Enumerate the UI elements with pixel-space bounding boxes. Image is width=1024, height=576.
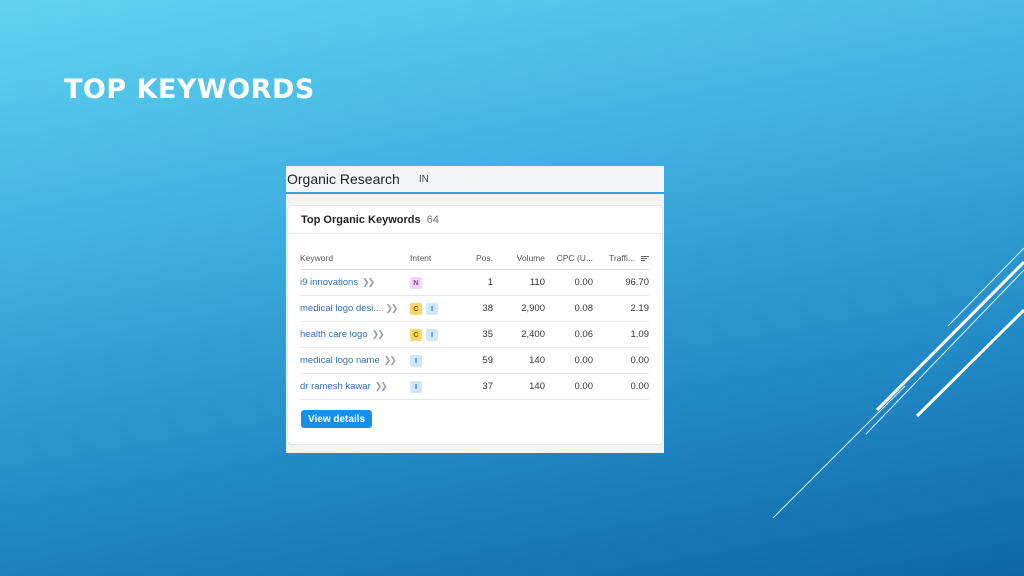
card-title: Top Organic Keywords — [301, 213, 421, 226]
intent-cell: N — [410, 276, 450, 289]
intent-cell: CI — [410, 328, 450, 341]
position-cell: 59 — [482, 355, 493, 366]
col-header-volume[interactable]: Volume — [493, 253, 545, 263]
col-header-traffic-label: Traffi... — [609, 253, 635, 263]
cpc-cell: 0.00 — [574, 355, 594, 366]
keyword-link[interactable]: medical logo desi... — [300, 303, 381, 314]
card-header: Top Organic Keywords 64 — [288, 206, 662, 234]
position-cell: 38 — [482, 303, 493, 314]
volume-cell: 110 — [529, 277, 545, 288]
table-body: i9 innovations ❯❯ N 1 110 0.00 96.70 med… — [300, 270, 649, 400]
traffic-cell: 2.19 — [630, 303, 650, 314]
table-row: dr ramesh kawar ❯❯ I 37 140 0.00 0.00 — [300, 374, 649, 400]
keyword-link[interactable]: i9 innovations — [300, 277, 358, 288]
table-row: health care logo ❯❯ CI 35 2,400 0.06 1.0… — [300, 322, 649, 348]
table-row: medical logo desi... ❯❯ CI 38 2,900 0.08… — [300, 296, 649, 322]
double-chevron-right-icon[interactable]: ❯❯ — [384, 355, 397, 366]
col-header-pos[interactable]: Pos. — [450, 253, 493, 263]
deco-line — [772, 385, 906, 519]
region-selector[interactable]: IN — [419, 174, 429, 185]
col-header-keyword[interactable]: Keyword — [300, 253, 410, 263]
intent-cell: I — [410, 354, 450, 367]
volume-cell: 2,900 — [521, 303, 545, 314]
intent-badge: I — [410, 380, 422, 393]
keyword-cell: i9 innovations ❯❯ — [300, 277, 410, 288]
keyword-link[interactable]: dr ramesh kawar — [300, 381, 371, 392]
position-cell: 35 — [482, 329, 493, 340]
table-row: medical logo name ❯❯ I 59 140 0.00 0.00 — [300, 348, 649, 374]
keyword-link[interactable]: medical logo name — [300, 355, 380, 366]
double-chevron-right-icon[interactable]: ❯❯ — [375, 381, 388, 392]
traffic-cell: 0.00 — [630, 355, 650, 366]
cpc-cell: 0.00 — [574, 277, 594, 288]
cpc-cell: 0.08 — [574, 303, 594, 314]
traffic-cell: 96.70 — [625, 277, 649, 288]
double-chevron-right-icon[interactable]: ❯❯ — [385, 303, 398, 314]
col-header-traffic[interactable]: Traffi... — [593, 253, 649, 263]
view-details-button[interactable]: View details — [301, 410, 373, 428]
keyword-cell: medical logo name ❯❯ — [300, 355, 410, 366]
keyword-cell: health care logo ❯❯ — [300, 329, 410, 340]
position-cell: 1 — [487, 277, 493, 288]
intent-badge: N — [410, 276, 422, 289]
table-header-row: Keyword Intent Pos. Volume CPC (U... Tra… — [300, 247, 649, 270]
sort-lines-icon[interactable] — [641, 255, 649, 261]
keyword-cell: medical logo desi... ❯❯ — [300, 303, 410, 314]
organic-research-screenshot: Organic Research IN Top Organic Keywords… — [286, 166, 664, 453]
intent-cell: CI — [410, 302, 450, 315]
top-keywords-card: Top Organic Keywords 64 Keyword Intent P… — [287, 205, 663, 445]
app-header: Organic Research IN — [286, 166, 664, 194]
cpc-cell: 0.00 — [574, 381, 594, 392]
volume-cell: 2,400 — [521, 329, 545, 340]
volume-cell: 140 — [529, 355, 545, 366]
traffic-cell: 1.09 — [630, 329, 650, 340]
double-chevron-right-icon[interactable]: ❯❯ — [372, 329, 385, 340]
position-cell: 37 — [482, 381, 493, 392]
keywords-table: Keyword Intent Pos. Volume CPC (U... Tra… — [300, 247, 649, 400]
double-chevron-right-icon[interactable]: ❯❯ — [362, 277, 375, 288]
col-header-intent[interactable]: Intent — [410, 253, 450, 263]
intent-badge: C — [410, 302, 422, 315]
intent-badge: I — [426, 302, 438, 315]
app-title: Organic Research — [287, 171, 400, 187]
keyword-count: 64 — [426, 213, 439, 226]
table-row: i9 innovations ❯❯ N 1 110 0.00 96.70 — [300, 270, 649, 296]
traffic-cell: 0.00 — [630, 381, 650, 392]
intent-badge: I — [426, 328, 438, 341]
intent-cell: I — [410, 380, 450, 393]
keyword-link[interactable]: health care logo — [300, 329, 368, 340]
deco-line — [875, 260, 1024, 412]
keyword-cell: dr ramesh kawar ❯❯ — [300, 381, 410, 392]
deco-line — [865, 269, 1024, 435]
intent-badge: I — [410, 354, 422, 367]
intent-badge: C — [410, 328, 422, 341]
cpc-cell: 0.06 — [574, 329, 594, 340]
deco-line — [947, 247, 1024, 327]
volume-cell: 140 — [529, 381, 545, 392]
col-header-cpc[interactable]: CPC (U... — [545, 253, 593, 263]
